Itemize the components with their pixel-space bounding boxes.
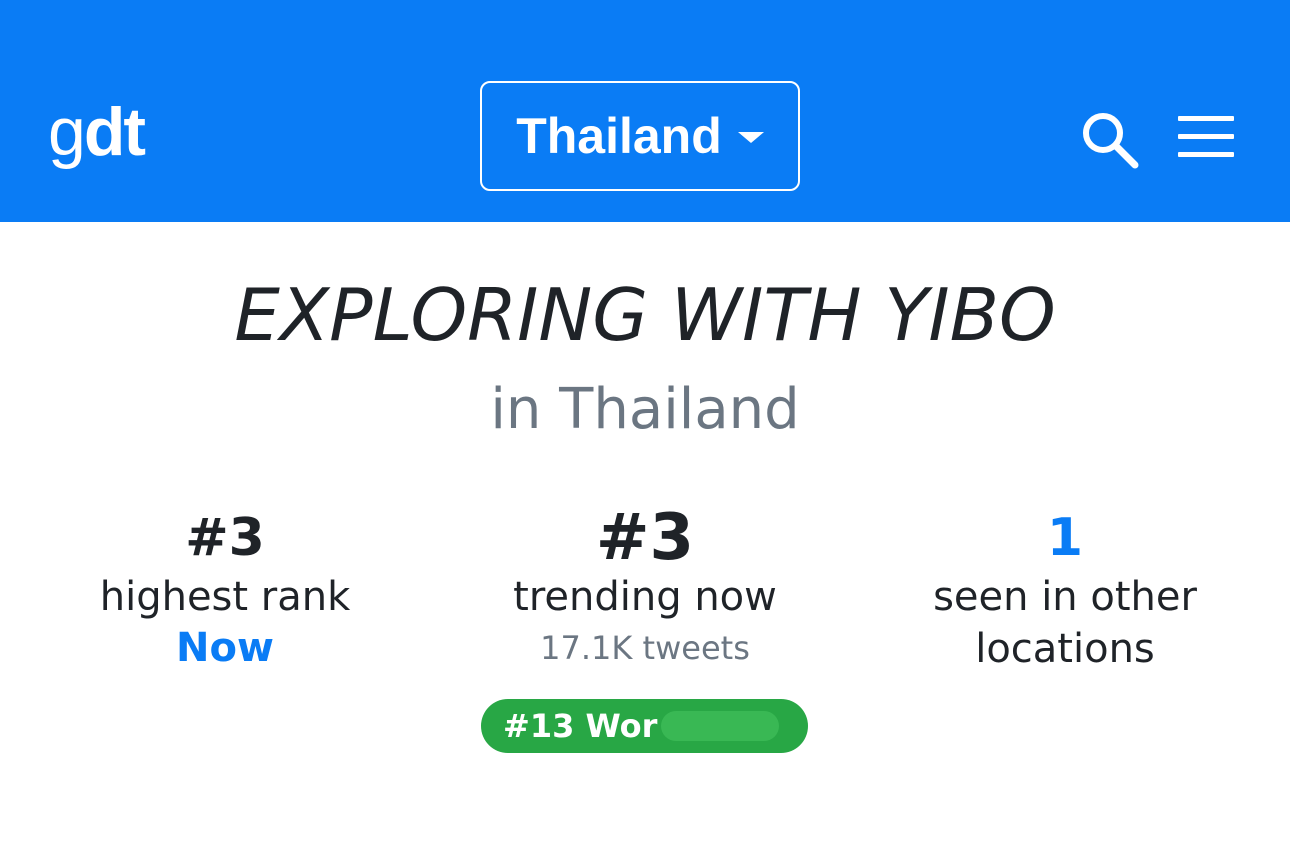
- other-locations-value[interactable]: 1: [900, 505, 1230, 571]
- highest-rank-label: highest rank: [99, 574, 351, 620]
- other-locations-label-line1: seen in other: [933, 574, 1197, 620]
- stat-trending-now: #3 trending now 17.1K tweets: [480, 505, 810, 673]
- search-icon: [1083, 113, 1139, 169]
- blurred-redaction: [661, 711, 779, 741]
- logo-letter-g: g: [48, 94, 86, 170]
- tweet-count: 17.1K tweets: [540, 629, 750, 667]
- top-navigation-bar: gdt Thailand: [0, 0, 1290, 222]
- highest-rank-when: Now: [176, 625, 274, 671]
- trend-location: in Thailand: [490, 377, 800, 442]
- trending-now-value: #3: [595, 501, 695, 575]
- logo-letters-dt: dt: [83, 94, 146, 170]
- worldwide-rank-badge-text: #13 Wor: [503, 707, 658, 745]
- gdt-logo[interactable]: gdt: [48, 94, 146, 170]
- trend-title: EXPLORING WITH YIBO: [234, 273, 1056, 357]
- stat-highest-rank: #3 highest rank Now: [60, 505, 390, 673]
- menu-button[interactable]: [1178, 116, 1234, 158]
- search-button[interactable]: [1080, 110, 1140, 170]
- worldwide-rank-badge[interactable]: #13 Wor: [481, 699, 808, 753]
- stat-other-locations[interactable]: 1 seen in other locations: [900, 505, 1230, 675]
- hamburger-menu-icon-bar-top: [1178, 116, 1234, 121]
- hamburger-menu-icon-bar-middle: [1178, 134, 1234, 139]
- trending-now-label: trending now: [513, 574, 777, 620]
- hamburger-menu-icon-bar-bottom: [1178, 152, 1234, 157]
- country-dropdown[interactable]: Thailand: [480, 81, 800, 191]
- highest-rank-value: #3: [185, 508, 265, 568]
- caret-down-icon: [737, 131, 764, 143]
- other-locations-label-line2: locations: [975, 626, 1155, 672]
- country-dropdown-label: Thailand: [516, 108, 722, 164]
